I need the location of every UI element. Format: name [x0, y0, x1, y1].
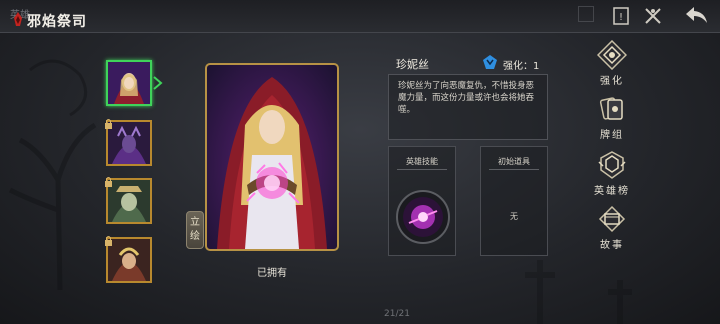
divider — [489, 169, 539, 170]
menu-label: 牌组 — [600, 130, 624, 141]
background-tree — [8, 59, 97, 290]
hero-skill-icon[interactable] — [395, 189, 451, 245]
hero-description: 珍妮丝为了向恶魔复仇，不惜投身恶魔力量，而这份力量或许也会将她吞噬。 — [388, 74, 548, 140]
menu-label: 故事 — [600, 240, 624, 251]
page-title: 邪焰祭司 — [27, 14, 87, 30]
deck-icon — [599, 97, 623, 120]
item-none-label: 无 — [510, 212, 518, 221]
upgrade-icon — [597, 40, 627, 70]
hero-portrait-icon — [108, 239, 150, 281]
portrait-toggle-tab[interactable]: 立绘 — [186, 211, 204, 249]
battle-icon[interactable] — [642, 5, 664, 27]
starting-item-panel: 初始道具 无 — [480, 146, 548, 256]
hero-portrait-icon — [108, 122, 150, 164]
flame-emblem-icon — [14, 12, 22, 26]
hero-thumb-selected[interactable] — [106, 60, 152, 106]
ghost-checkbox — [578, 6, 594, 22]
back-arrow-icon[interactable] — [684, 4, 710, 26]
skill-panel-title: 英雄技能 — [406, 157, 438, 166]
svg-text:!: ! — [619, 12, 623, 23]
menu-deck[interactable]: 牌组 — [588, 94, 636, 141]
top-bar: 英雄 邪焰祭司 ! — [0, 0, 720, 33]
menu-label: 英雄榜 — [594, 186, 630, 197]
menu-upgrade[interactable]: 强化 — [588, 40, 636, 87]
menu-story[interactable]: 故事 — [588, 204, 636, 251]
page-indicator: 21/21 — [384, 309, 410, 319]
item-panel-title: 初始道具 — [498, 157, 530, 166]
hero-name: 珍妮丝 — [396, 58, 429, 71]
owned-status: 已拥有 — [257, 268, 287, 279]
menu-leaderboard[interactable]: 英雄榜 — [588, 150, 636, 197]
hero-portrait-card — [205, 63, 339, 251]
lock-icon — [105, 119, 112, 129]
hero-skill-panel: 英雄技能 — [388, 146, 456, 256]
divider — [397, 169, 447, 170]
upgrade-level: 强化：1 — [503, 61, 540, 72]
story-icon — [598, 205, 626, 233]
lock-icon — [105, 236, 112, 246]
hero-illustration — [217, 77, 327, 249]
guide-book-icon[interactable]: ! — [610, 5, 632, 27]
rune-icon — [483, 55, 497, 69]
menu-label: 强化 — [600, 76, 624, 87]
hero-portrait-icon — [108, 180, 150, 222]
leaderboard-icon — [598, 151, 626, 179]
selection-arrow-icon — [153, 76, 163, 90]
lock-icon — [105, 177, 112, 187]
hero-portrait-icon — [108, 62, 150, 104]
